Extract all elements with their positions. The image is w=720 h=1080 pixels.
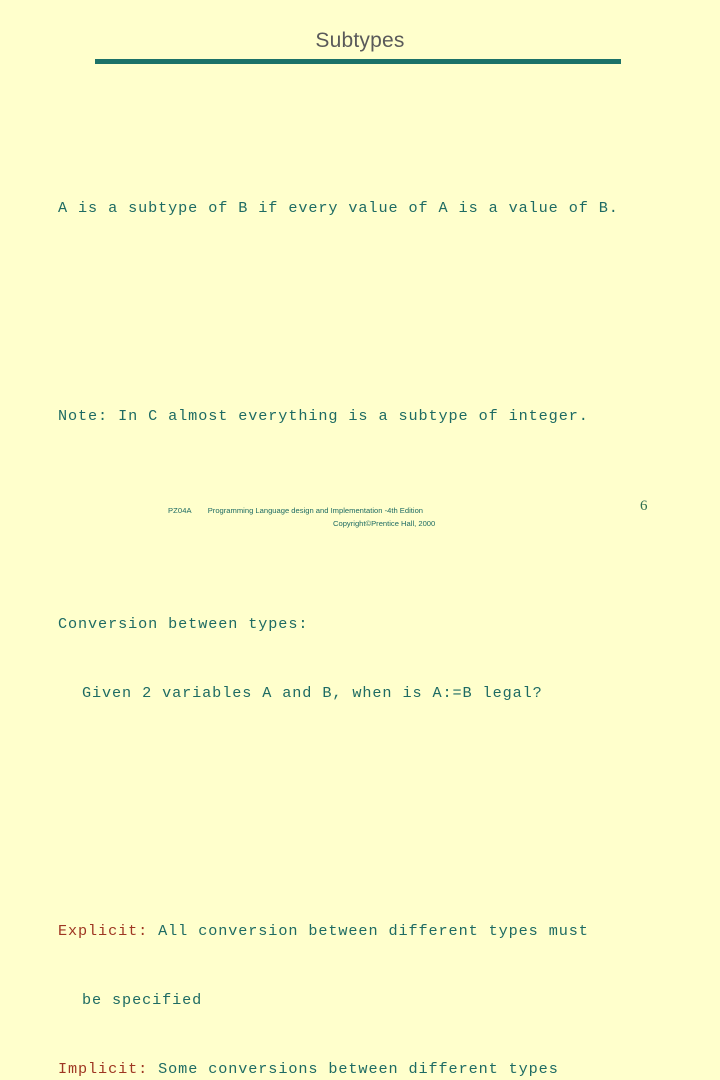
paragraph-note: Note: In C almost everything is a subtyp… bbox=[58, 359, 698, 474]
page-number: 6 bbox=[640, 498, 648, 514]
body-line: Implicit: Some conversions between diffe… bbox=[58, 1058, 698, 1080]
paragraph-conversion: Conversion between types: Given 2 variab… bbox=[58, 567, 698, 751]
footer-copyright: Copyright©Prentice Hall, 2000 bbox=[333, 519, 436, 528]
body-line: be specified bbox=[82, 991, 203, 1009]
body-line-text: Some conversions between different types bbox=[148, 1060, 559, 1078]
body-line: Conversion between types: bbox=[58, 615, 309, 633]
slide: Subtypes A is a subtype of B if every va… bbox=[0, 0, 720, 1078]
footer-primary-line: PZ04A Programming Language design and Imp… bbox=[168, 505, 423, 516]
keyword-implicit: Implicit: bbox=[58, 1060, 149, 1078]
body-line: Note: In C almost everything is a subtyp… bbox=[58, 407, 589, 425]
paragraph-explicit-implicit: Explicit: All conversion between differe… bbox=[58, 874, 698, 1080]
keyword-explicit: Explicit: bbox=[58, 922, 149, 940]
page-title: Subtypes bbox=[315, 29, 405, 52]
footer-course-title: Programming Language design and Implemen… bbox=[207, 506, 424, 515]
paragraph-definition: A is a subtype of B if every value of A … bbox=[58, 151, 698, 266]
body-line: Explicit: All conversion between differe… bbox=[58, 920, 698, 943]
body-line: Given 2 variables A and B, when is A:=B … bbox=[82, 684, 543, 702]
body-line-text: All conversion between different types m… bbox=[148, 922, 589, 940]
slide-body: A is a subtype of B if every value of A … bbox=[58, 82, 698, 1080]
title-divider bbox=[95, 59, 621, 64]
body-line: A is a subtype of B if every value of A … bbox=[58, 199, 619, 217]
footer-course-code: PZ04A bbox=[168, 506, 192, 515]
